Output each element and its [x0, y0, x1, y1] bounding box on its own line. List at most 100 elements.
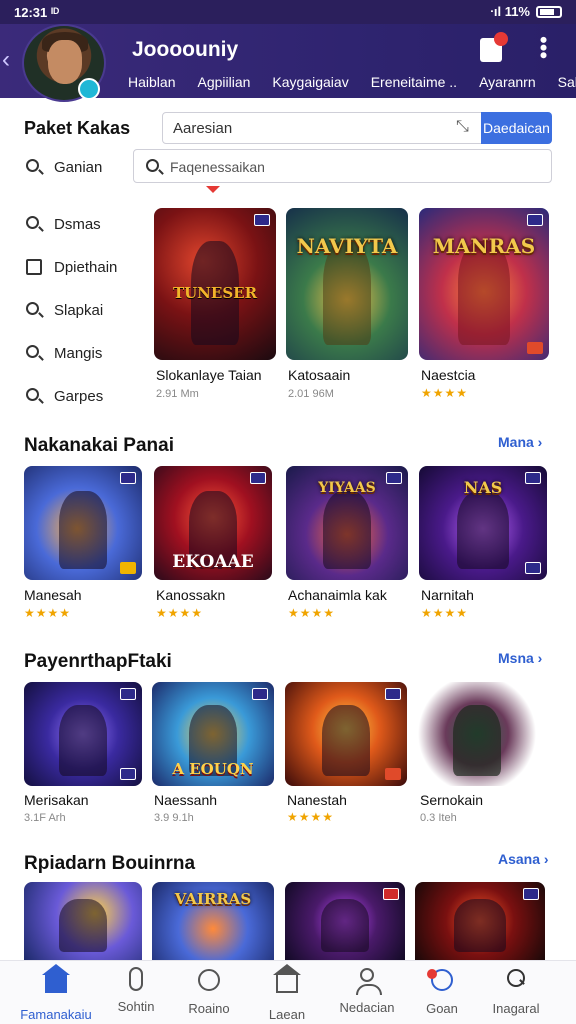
- game-tile[interactable]: [24, 882, 142, 960]
- category-item[interactable]: Mangis: [0, 341, 140, 369]
- featured-game-tile[interactable]: MANRAS: [419, 208, 549, 360]
- game-tile[interactable]: YIYAAS: [286, 466, 408, 580]
- tab-2[interactable]: Agpiilian: [197, 74, 250, 90]
- header-tabs: Haiblan Agpiilian Kaygaigaiav Ereneitaim…: [128, 74, 576, 90]
- app-header: ‹ Joooouniy Haiblan Agpiilian Kaygaigaia…: [0, 24, 576, 102]
- game-title: Sernokain: [420, 792, 484, 808]
- badge-icon: [525, 562, 541, 574]
- search-icon: [26, 345, 39, 358]
- app-title: Joooouniy: [132, 38, 239, 61]
- search-icon: [26, 216, 39, 229]
- nav-home[interactable]: Famanakaiu: [20, 964, 92, 1022]
- game-tile[interactable]: A EOUQN: [152, 682, 274, 786]
- signal-indicator: ᐧıl 11%: [489, 4, 530, 19]
- game-title: Katosaain: [288, 367, 351, 383]
- game-tile[interactable]: [285, 882, 405, 960]
- section-title: Rpiadarn Bouinrna: [24, 853, 196, 874]
- badge-icon: [527, 342, 543, 354]
- search-row: Paket Kakas Aaresian ⤡ Daedaican: [0, 112, 576, 146]
- game-tile[interactable]: [285, 682, 407, 786]
- game-size: 2.91 Mm: [156, 388, 199, 400]
- category-item[interactable]: Slapkai: [0, 298, 140, 326]
- see-more-link[interactable]: Msna ›: [498, 650, 542, 666]
- game-title: Achanaimla kak: [288, 587, 387, 603]
- rating-stars: ★★★★: [287, 810, 335, 824]
- tab-4[interactable]: Ereneitaime ..: [371, 74, 457, 90]
- tab-6[interactable]: Sah: [558, 74, 576, 90]
- game-title: Merisakan: [24, 792, 89, 808]
- person-icon: [356, 968, 382, 995]
- nav-item-2[interactable]: Sohtin: [100, 967, 172, 1014]
- badge-icon: [527, 214, 543, 226]
- nav-item-7[interactable]: Inagaral: [480, 967, 552, 1016]
- game-size: 3.1F Arh: [24, 812, 66, 824]
- see-more-link[interactable]: Asana ›: [498, 851, 549, 867]
- game-size: 2.01 96M: [288, 388, 334, 400]
- category-item[interactable]: Ganian: [0, 155, 140, 183]
- category-item[interactable]: Dsmas: [0, 212, 140, 240]
- search-icon: [26, 302, 39, 315]
- circle-icon: [198, 969, 220, 991]
- battery-icon: [536, 6, 562, 18]
- badge-icon: [523, 888, 539, 900]
- search-label: Paket Kakas: [24, 118, 131, 138]
- game-tile[interactable]: EKOAAE: [154, 466, 272, 580]
- game-tile[interactable]: [24, 682, 142, 786]
- nav-item-6[interactable]: Goan: [406, 967, 478, 1016]
- game-tile[interactable]: [415, 882, 545, 960]
- tab-1[interactable]: Haiblan: [128, 74, 175, 90]
- badge-icon: [385, 768, 401, 780]
- filter-input[interactable]: Faqenessaikan: [133, 149, 552, 183]
- status-time: 12:31 ᴵᴰ: [14, 4, 60, 20]
- game-title: Narnitah: [421, 587, 474, 603]
- game-title: Naessanh: [154, 792, 218, 808]
- see-more-link[interactable]: Mana ›: [498, 434, 542, 450]
- search-button[interactable]: Daedaican: [481, 112, 552, 144]
- pill-icon: [129, 967, 143, 991]
- game-title: Manesah: [24, 587, 82, 603]
- rating-stars: ★★★★: [421, 386, 469, 400]
- more-vert-icon[interactable]: •••: [531, 36, 556, 59]
- category-item[interactable]: Dpiethain: [0, 255, 140, 283]
- featured-game-tile[interactable]: NAVIYTA: [286, 208, 408, 360]
- rating-stars: ★★★★: [156, 606, 204, 620]
- nav-item-4[interactable]: Laean: [251, 964, 323, 1022]
- nav-item-5[interactable]: Nedacian: [331, 967, 403, 1015]
- search-icon: [507, 969, 525, 987]
- section-title: Nakanakai Panai: [24, 435, 174, 456]
- notification-badge: [427, 969, 437, 979]
- featured-game-tile[interactable]: TUNESER: [154, 208, 276, 360]
- home-icon: [42, 964, 70, 993]
- clear-icon[interactable]: ⤡: [456, 118, 469, 136]
- notification-badge: [494, 32, 508, 46]
- search-icon: [146, 159, 159, 172]
- game-tile[interactable]: NAS: [419, 466, 547, 580]
- badge-icon: [250, 472, 266, 484]
- game-size: 0.3 Iteh: [420, 812, 457, 824]
- home-outline-icon: [273, 964, 301, 993]
- badge-icon: [120, 688, 136, 700]
- grid-icon: [26, 259, 42, 275]
- badge-icon: [383, 888, 399, 900]
- game-tile[interactable]: [24, 466, 142, 580]
- back-chevron-icon[interactable]: ‹: [2, 46, 10, 74]
- search-input[interactable]: Aaresian: [162, 112, 482, 144]
- game-title: Kanossakn: [156, 587, 226, 603]
- game-title: Nanestah: [287, 792, 347, 808]
- nav-item-3[interactable]: Roaino: [173, 967, 245, 1016]
- status-bar: 12:31 ᴵᴰ ᐧıl 11%: [0, 0, 576, 24]
- badge-icon: [525, 472, 541, 484]
- game-size: 3.9 9.1h: [154, 812, 194, 824]
- tab-5[interactable]: Ayaranrn: [479, 74, 536, 90]
- badge-icon: [386, 472, 402, 484]
- badge-icon: [252, 688, 268, 700]
- tab-3[interactable]: Kaygaigaiav: [272, 74, 348, 90]
- category-item[interactable]: Garpes: [0, 384, 140, 412]
- game-tile[interactable]: [418, 682, 536, 786]
- dropdown-caret-icon[interactable]: [206, 186, 220, 193]
- rating-stars: ★★★★: [288, 606, 336, 620]
- badge-icon: [254, 214, 270, 226]
- game-tile[interactable]: VAIRRAS: [152, 882, 274, 960]
- search-icon: [26, 388, 39, 401]
- rating-stars: ★★★★: [24, 606, 72, 620]
